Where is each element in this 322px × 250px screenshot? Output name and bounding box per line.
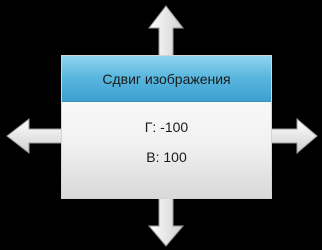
arrow-up-icon[interactable] <box>147 5 185 61</box>
arrow-right-icon[interactable] <box>269 117 318 155</box>
horizontal-shift-value: Г: -100 <box>144 119 189 135</box>
dialog-title: Сдвиг изображения <box>102 70 231 87</box>
dialog-header: Сдвиг изображения <box>62 56 271 102</box>
image-shift-dialog: Сдвиг изображения Г: -100 В: 100 <box>61 55 272 199</box>
arrow-down-icon[interactable] <box>147 197 185 247</box>
vertical-shift-value: В: 100 <box>146 149 187 165</box>
arrow-left-icon[interactable] <box>6 117 64 155</box>
